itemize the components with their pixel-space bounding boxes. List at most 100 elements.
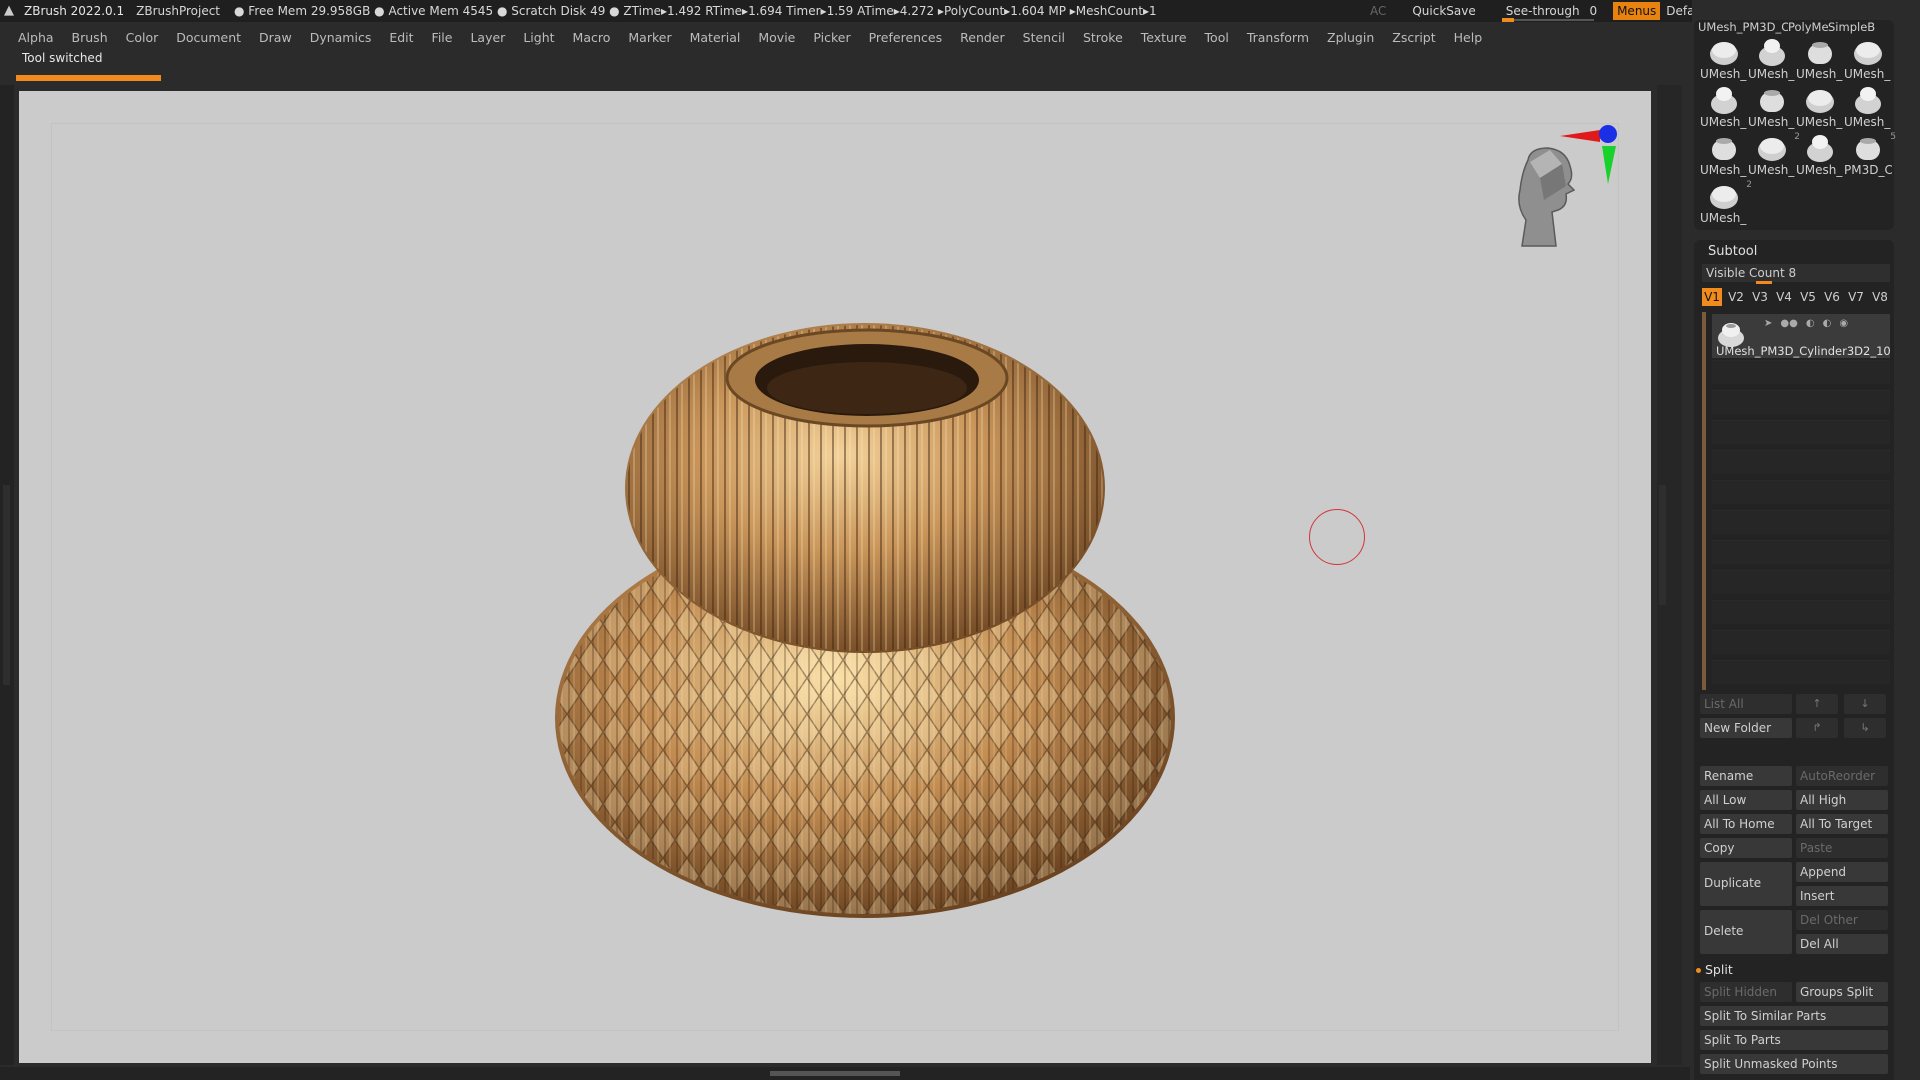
menu-layer[interactable]: Layer [470,30,505,45]
dynamic-icon[interactable]: ◐ [1806,318,1815,329]
subtool-empty-slot[interactable] [1712,360,1890,384]
menu-tool[interactable]: Tool [1205,30,1229,45]
menu-document[interactable]: Document [176,30,241,45]
move-up-arrow-icon[interactable]: ↑ [1796,694,1838,714]
duplicate-button[interactable]: Duplicate [1700,862,1792,906]
menu-marker[interactable]: Marker [628,30,671,45]
tool-thumb[interactable]: UMesh_ [1748,84,1796,132]
menu-edit[interactable]: Edit [389,30,413,45]
tool-thumb[interactable]: UMesh_ [1700,84,1748,132]
right-shelf[interactable] [1657,85,1682,1065]
bottom-shelf-handle[interactable] [770,1071,900,1076]
tool-thumb[interactable]: UMesh_ [1796,84,1844,132]
split-to-parts-button[interactable]: Split To Parts [1700,1030,1888,1050]
menu-movie[interactable]: Movie [758,30,795,45]
quicksave-button[interactable]: QuickSave [1412,4,1475,18]
menu-texture[interactable]: Texture [1141,30,1187,45]
tool-thumb[interactable]: UMesh_ 2 [1700,180,1752,228]
tool-thumb[interactable]: UMesh_ [1796,36,1844,84]
menus-toggle-button[interactable]: Menus [1613,2,1661,20]
bottom-shelf[interactable] [0,1067,1690,1080]
eye-icon[interactable]: ◉ [1839,318,1848,329]
tool-thumb[interactable]: PM3D_C 5 [1844,132,1896,180]
menu-file[interactable]: File [432,30,453,45]
split-similar-parts-button[interactable]: Split To Similar Parts [1700,1006,1888,1026]
subtool-empty-slot[interactable] [1712,420,1890,444]
menu-brush[interactable]: Brush [72,30,108,45]
all-to-target-button[interactable]: All To Target [1796,814,1888,834]
menu-stencil[interactable]: Stencil [1023,30,1065,45]
rename-button[interactable]: Rename [1700,766,1792,786]
menu-macro[interactable]: Macro [573,30,611,45]
menu-dynamics[interactable]: Dynamics [310,30,372,45]
subtool-item[interactable]: ➤ ●● ◐ ◐ ◉ UMesh_PM3D_Cylinder3D2_10 [1712,314,1891,358]
tool-thumb[interactable]: UMesh_ [1748,36,1796,84]
all-high-button[interactable]: All High [1796,790,1888,810]
subtool-empty-slot[interactable] [1712,600,1890,624]
gizmo-z-axis[interactable] [1599,125,1617,143]
version-v7[interactable]: V7 [1846,288,1866,306]
list-all-button[interactable]: List All [1700,694,1792,714]
head-navigator-icon[interactable] [1518,147,1576,247]
version-v4[interactable]: V4 [1774,288,1794,306]
gizmo-y-axis[interactable] [1602,146,1616,184]
menu-zscript[interactable]: Zscript [1392,30,1435,45]
version-v3[interactable]: V3 [1750,288,1770,306]
see-through-slider[interactable]: See-through 0 [1501,4,1601,22]
left-shelf[interactable] [0,85,14,1065]
tool-thumb[interactable]: UMesh_ [1796,132,1844,180]
append-button[interactable]: Append [1796,862,1888,882]
ac-label[interactable]: AC [1370,4,1386,18]
orientation-gizmo[interactable] [1500,120,1630,255]
menu-draw[interactable]: Draw [259,30,292,45]
subtool-empty-slot[interactable] [1712,450,1890,474]
menu-alpha[interactable]: Alpha [18,30,54,45]
left-shelf-handle[interactable] [3,485,10,685]
menu-material[interactable]: Material [690,30,741,45]
paste-button[interactable]: Paste [1796,838,1888,858]
subtool-list-scrollbar[interactable] [1702,312,1706,690]
visible-count-slider[interactable]: Visible Count 8 [1702,264,1890,284]
tool-thumb[interactable]: UMesh_ 2 [1748,132,1800,180]
gizmo-x-axis[interactable] [1560,130,1600,142]
menu-picker[interactable]: Picker [813,30,850,45]
menu-render[interactable]: Render [960,30,1005,45]
lock-icon[interactable]: ◐ [1823,318,1832,329]
split-unmasked-points-button[interactable]: Split Unmasked Points [1700,1054,1888,1074]
subtool-list[interactable]: ➤ ●● ◐ ◐ ◉ UMesh_PM3D_Cylinder3D2_10 [1702,312,1892,692]
subtool-empty-slot[interactable] [1712,570,1890,594]
delete-button[interactable]: Delete [1700,910,1792,954]
tool-thumb[interactable]: UMesh_ [1700,36,1748,84]
subtool-title[interactable]: Subtool [1708,244,1757,259]
menu-stroke[interactable]: Stroke [1083,30,1123,45]
new-folder-button[interactable]: New Folder [1700,718,1792,738]
tool-thumb[interactable]: UMesh_ [1844,36,1892,84]
auto-reorder-button[interactable]: AutoReorder [1796,766,1888,786]
subtool-empty-slot[interactable] [1712,630,1890,654]
copy-button[interactable]: Copy [1700,838,1792,858]
toggle-icon[interactable]: ●● [1780,318,1797,329]
version-v8[interactable]: V8 [1870,288,1890,306]
split-hidden-button[interactable]: Split Hidden [1700,982,1792,1002]
version-v1[interactable]: V1 [1702,288,1722,306]
menu-transform[interactable]: Transform [1247,30,1309,45]
version-v2[interactable]: V2 [1726,288,1746,306]
version-v6[interactable]: V6 [1822,288,1842,306]
right-shelf-handle[interactable] [1659,485,1666,605]
tool-thumb[interactable]: UMesh_ [1700,132,1748,180]
del-other-button[interactable]: Del Other [1796,910,1888,930]
subtool-empty-slot[interactable] [1712,480,1890,504]
folder-up-arrow-icon[interactable]: ↱ [1796,718,1838,738]
polypaint-icon[interactable]: ➤ [1764,318,1772,329]
all-to-home-button[interactable]: All To Home [1700,814,1792,834]
split-section-title[interactable]: Split [1696,962,1733,977]
move-down-arrow-icon[interactable]: ↓ [1844,694,1886,714]
subtool-empty-slot[interactable] [1712,390,1890,414]
visible-count-knob[interactable] [1756,281,1772,284]
version-v5[interactable]: V5 [1798,288,1818,306]
menu-help[interactable]: Help [1454,30,1483,45]
tool-thumb[interactable]: UMesh_ [1844,84,1892,132]
subtool-empty-slot[interactable] [1712,510,1890,534]
subtool-empty-slot[interactable] [1712,540,1890,564]
menu-light[interactable]: Light [523,30,554,45]
